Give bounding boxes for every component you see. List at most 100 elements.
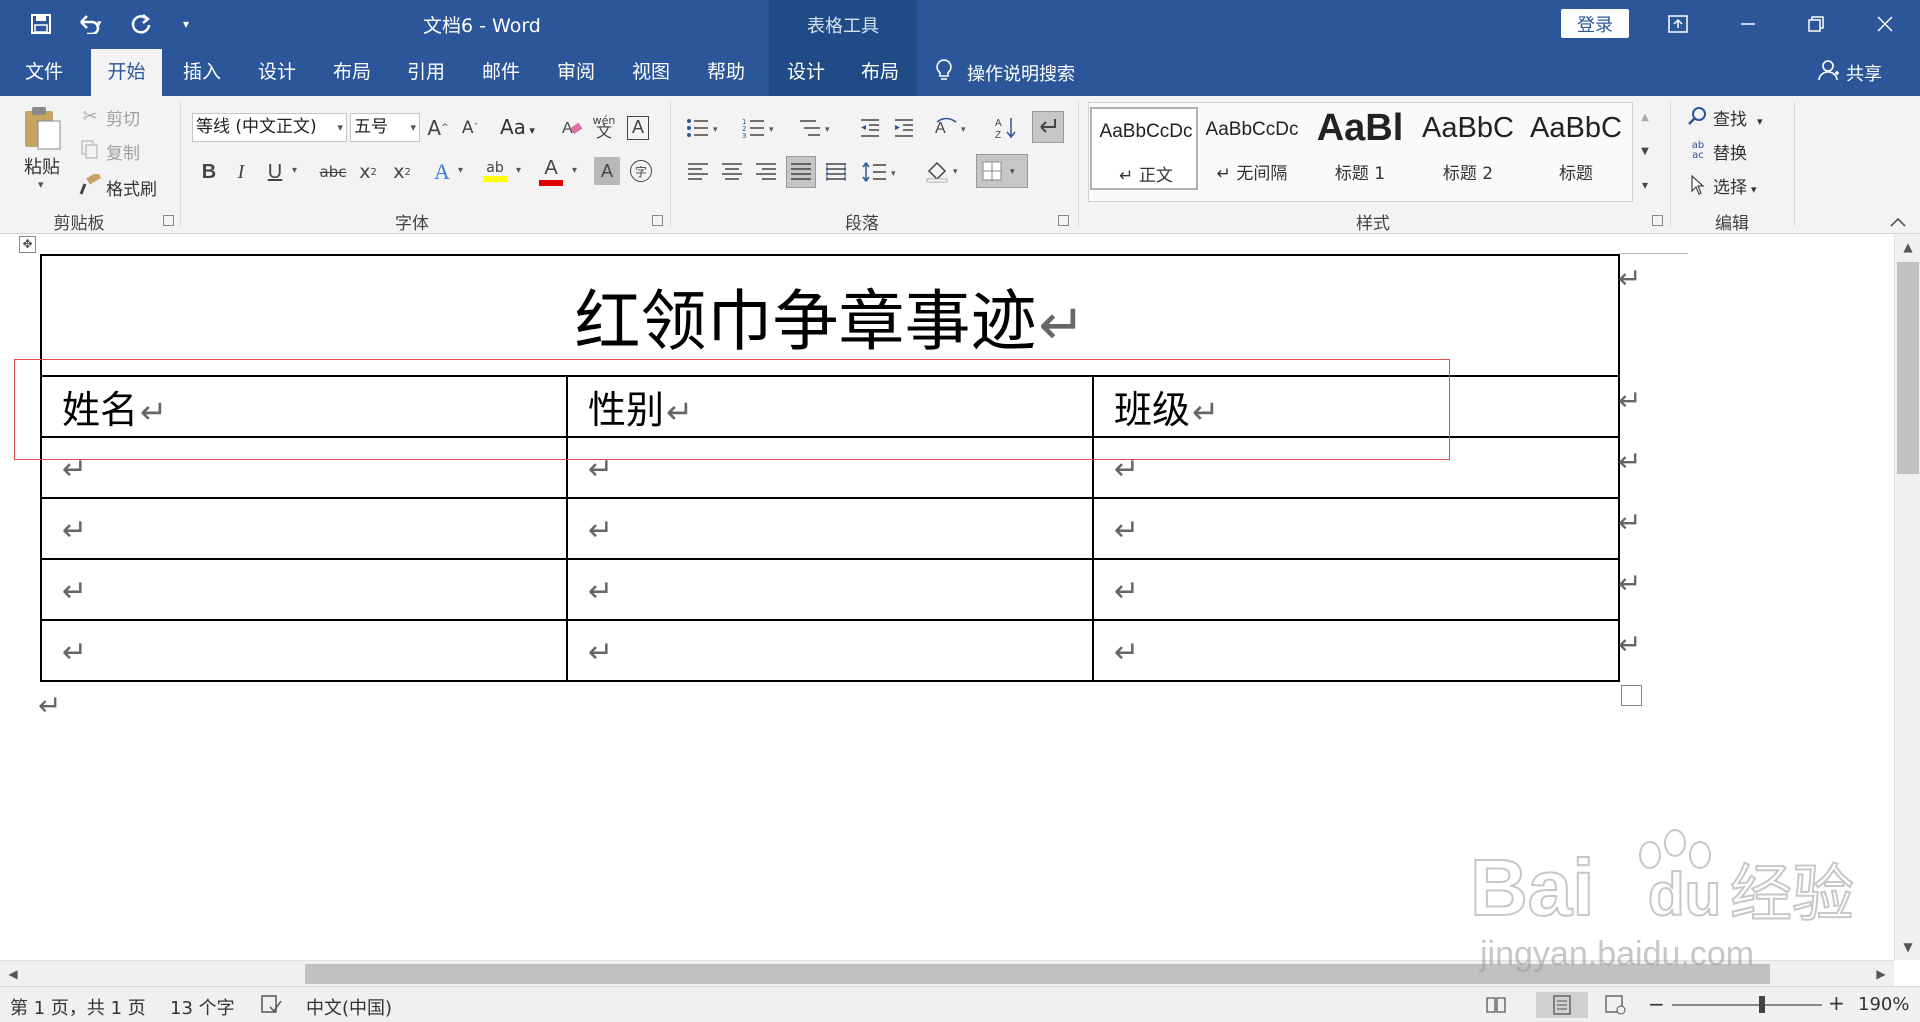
numbering-icon[interactable]: 1 2 3 ▾ [740, 113, 780, 142]
tab-file[interactable]: 文件 [0, 49, 88, 96]
horizontal-scroll-thumb[interactable] [305, 964, 1770, 984]
italic-button[interactable]: I [228, 157, 254, 187]
table-cell[interactable]: ↵ [1091, 558, 1621, 621]
scroll-left-icon[interactable]: ◀ [2, 963, 24, 985]
font-color-dropdown-icon[interactable]: ▾ [572, 165, 577, 176]
tab-table-layout[interactable]: 布局 [843, 49, 917, 96]
find-button[interactable]: 查找 ▾ [1713, 105, 1763, 130]
multilevel-list-icon[interactable]: ▾ [796, 113, 836, 142]
show-paragraph-marks-icon[interactable] [1032, 111, 1064, 143]
tab-layout[interactable]: 布局 [316, 49, 388, 96]
table-move-handle[interactable]: ✥ [19, 236, 36, 253]
zoom-level[interactable]: 190% [1858, 994, 1909, 1015]
zoom-in-icon[interactable]: + [1828, 991, 1845, 1015]
cut-label[interactable]: 剪切 [106, 105, 140, 130]
decrease-indent-icon[interactable] [856, 113, 884, 142]
clear-formatting-icon[interactable]: A [558, 113, 586, 142]
align-center-icon[interactable] [718, 158, 746, 186]
font-name-box[interactable]: 等线 (中文正文) ▾ [192, 113, 347, 142]
tab-review[interactable]: 审阅 [540, 49, 612, 96]
customize-quick-access-icon[interactable]: ▾ [174, 9, 198, 39]
table-cell[interactable]: ↵ [40, 619, 568, 682]
character-shading-icon[interactable]: A [594, 157, 620, 185]
paste-icon[interactable] [22, 104, 62, 152]
restore-icon[interactable] [1793, 6, 1839, 42]
zoom-slider-track[interactable] [1672, 1004, 1822, 1006]
text-effects-icon[interactable]: A [428, 157, 456, 187]
sort-icon[interactable]: AZ [992, 113, 1020, 142]
redo-icon[interactable] [126, 9, 156, 39]
table-cell[interactable]: ↵ [40, 497, 568, 560]
paragraph-launcher-icon[interactable] [1058, 215, 1069, 226]
ribbon-display-options-icon[interactable] [1655, 6, 1701, 42]
line-spacing-icon[interactable]: ▾ [860, 158, 902, 186]
language-indicator[interactable]: 中文(中国) [306, 994, 392, 1020]
phonetic-guide-icon[interactable]: wén 文 [590, 110, 618, 142]
highlight-dropdown-icon[interactable]: ▾ [516, 165, 521, 176]
tab-home[interactable]: 开始 [91, 49, 162, 96]
font-color-icon[interactable]: A [536, 154, 566, 188]
bullets-icon[interactable]: ▾ [684, 113, 724, 142]
select-cursor-icon[interactable] [1686, 172, 1710, 198]
table-cell[interactable]: ↵ [40, 558, 568, 621]
document-table[interactable]: 红领巾争章事迹↵ 姓名↵ 性别↵ 班级↵ ↵ ↵ ↵ ↵ ↵ ↵ ↵ ↵ ↵ ↵… [39, 254, 1621, 682]
style-title[interactable]: AaBbC 标题 [1522, 107, 1630, 190]
clipboard-launcher-icon[interactable] [163, 215, 174, 226]
justify-icon[interactable] [786, 156, 816, 188]
tab-design[interactable]: 设计 [241, 49, 313, 96]
web-layout-icon[interactable] [1598, 992, 1634, 1018]
undo-icon[interactable]: ▾ [70, 9, 110, 39]
highlight-color-icon[interactable]: ab [480, 154, 510, 188]
underline-button[interactable]: U [262, 157, 288, 187]
scroll-down-icon[interactable]: ▼ [1897, 936, 1919, 958]
table-cell[interactable]: ↵ [1091, 619, 1621, 682]
replace-label[interactable]: 替换 [1713, 139, 1747, 164]
increase-indent-icon[interactable] [890, 113, 918, 142]
horizontal-scrollbar[interactable]: ◀ ▶ [0, 960, 1894, 986]
table-resize-handle[interactable] [1621, 685, 1642, 706]
paste-dropdown-icon[interactable]: ▾ [38, 178, 44, 191]
style-normal[interactable]: AaBbCcDc ↵ 正文 [1090, 107, 1198, 190]
grow-font-icon[interactable]: A ^ [424, 113, 452, 142]
strikethrough-button[interactable]: abc [316, 157, 350, 187]
table-cell[interactable]: ↵ [566, 558, 1094, 621]
format-painter-icon[interactable] [78, 173, 102, 197]
text-effects-dropdown-icon[interactable]: ▾ [458, 165, 463, 176]
underline-dropdown-icon[interactable]: ▾ [292, 165, 297, 176]
login-button[interactable]: 登录 [1561, 9, 1629, 38]
tab-view[interactable]: 视图 [615, 49, 687, 96]
style-heading-1[interactable]: AaBl 标题 1 [1306, 107, 1414, 190]
enclose-characters-icon[interactable]: 字 [628, 157, 654, 185]
print-layout-icon[interactable] [1536, 992, 1588, 1018]
table-cell[interactable]: ↵ [566, 497, 1094, 560]
read-mode-icon[interactable] [1478, 992, 1514, 1018]
font-size-box[interactable]: 五号 ▾ [350, 113, 420, 142]
styles-launcher-icon[interactable] [1652, 215, 1663, 226]
title-cell[interactable]: 红领巾争章事迹↵ [39, 254, 1621, 377]
subscript-button[interactable]: x2 [354, 157, 382, 187]
minimize-icon[interactable] [1725, 6, 1771, 42]
tab-insert[interactable]: 插入 [166, 49, 238, 96]
collapse-ribbon-icon[interactable] [1886, 213, 1910, 231]
font-launcher-icon[interactable] [652, 215, 663, 226]
vertical-scroll-thumb[interactable] [1897, 262, 1919, 474]
select-button[interactable]: 选择 ▾ [1713, 173, 1757, 198]
copy-icon[interactable] [78, 138, 102, 162]
scroll-up-icon[interactable]: ▲ [1897, 236, 1919, 258]
align-left-icon[interactable] [684, 158, 712, 186]
share-button[interactable]: 共享 [1818, 49, 1882, 96]
zoom-out-icon[interactable]: − [1648, 992, 1665, 1016]
copy-label[interactable]: 复制 [106, 139, 140, 164]
borders-icon[interactable]: ▾ [976, 154, 1028, 188]
proofing-icon[interactable] [260, 993, 282, 1020]
scissors-icon[interactable]: ✂ [78, 104, 102, 128]
save-icon[interactable] [26, 9, 56, 39]
change-case-button[interactable]: Aa ▾ [500, 115, 535, 139]
chevron-up-icon[interactable]: ▲ [1633, 104, 1657, 130]
find-icon[interactable] [1686, 104, 1710, 128]
superscript-button[interactable]: x2 [388, 157, 416, 187]
close-icon[interactable] [1862, 6, 1908, 42]
character-border-icon[interactable]: A [624, 113, 652, 142]
format-painter-label[interactable]: 格式刷 [106, 175, 157, 200]
paste-label[interactable]: 粘贴 [24, 153, 60, 179]
